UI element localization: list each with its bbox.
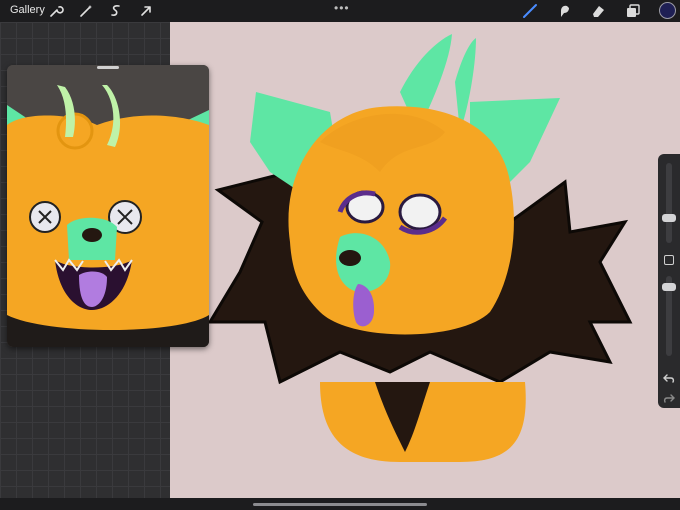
modify-button[interactable] <box>664 255 674 265</box>
layers-icon[interactable] <box>625 3 641 19</box>
eraser-icon[interactable] <box>590 3 606 19</box>
transform-arrow-icon[interactable] <box>138 3 154 19</box>
reference-window[interactable] <box>7 65 209 347</box>
redo-icon[interactable] <box>663 392 675 404</box>
opacity-slider[interactable] <box>662 283 676 291</box>
main-artwork <box>207 34 633 462</box>
selection-icon[interactable] <box>108 3 124 19</box>
color-picker-swatch[interactable] <box>659 2 676 19</box>
brush-size-track[interactable] <box>666 163 672 243</box>
wrench-icon[interactable] <box>48 3 64 19</box>
reference-image <box>7 65 209 347</box>
smudge-icon[interactable] <box>556 3 572 19</box>
magic-wand-icon[interactable] <box>78 3 94 19</box>
more-options-icon[interactable]: ••• <box>334 1 350 15</box>
home-indicator[interactable] <box>253 503 427 506</box>
gallery-button[interactable]: Gallery <box>10 4 45 16</box>
undo-icon[interactable] <box>663 372 675 384</box>
brush-size-slider[interactable] <box>662 214 676 222</box>
brush-icon[interactable] <box>522 3 538 19</box>
reference-drag-handle[interactable] <box>97 66 119 69</box>
